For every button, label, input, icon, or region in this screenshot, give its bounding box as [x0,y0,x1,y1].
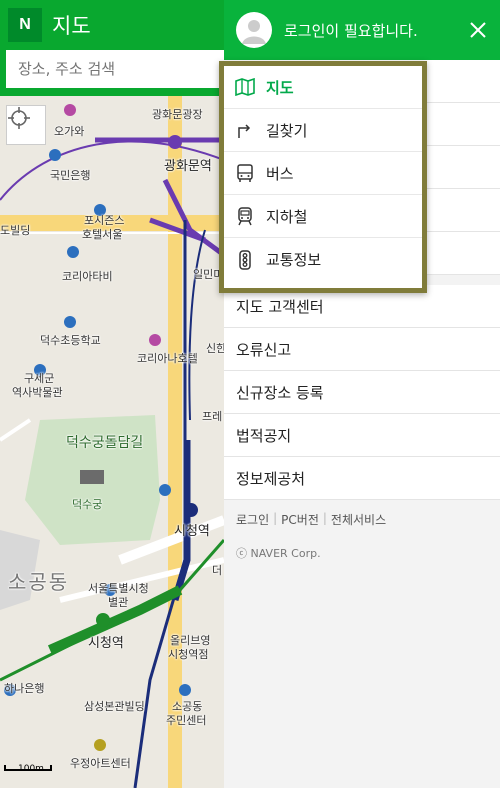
nav-item-label: 교통정보 [266,251,322,269]
map-label: 광화문광장 [152,108,203,121]
map-label: 호텔서울 [82,228,123,241]
service-nav-highlight: 지도 길찾기 버스 지하철 교통정보 [219,61,427,293]
user-icon [242,20,266,44]
nav-item-map[interactable]: 지도 [224,66,422,109]
divider: | [273,511,278,525]
map-label: 하나은행 [4,682,45,695]
map-label: 시청역점 [168,648,209,661]
current-location-button[interactable] [6,105,46,145]
map-label: 덕수궁 [72,498,103,511]
map-label: 시청역 [174,524,210,539]
map-view[interactable]: 광화문광장 오가와 국민은행 광화문역 포시즌스 호텔서울 도빌딩 코리아타비 … [0,0,224,788]
menu-item-report-error[interactable]: 오류신고 [224,328,500,371]
map-label: 도빌딩 [0,224,31,237]
app-header: N 지도 [0,0,224,96]
close-icon [470,22,486,38]
nav-item-label: 길찾기 [266,121,308,140]
menu-item-legal-notice[interactable]: 법적공지 [224,414,500,457]
avatar[interactable] [236,12,272,48]
panel-footer [224,500,500,788]
map-label: 우정아트센터 [70,757,131,770]
divider: | [322,511,327,525]
map-label: 삼성본관빌딩 [84,700,145,713]
traffic-light-icon [234,249,256,271]
nav-item-bus[interactable]: 버스 [224,152,422,195]
menu-item-data-providers[interactable]: 정보제공처 [224,457,500,500]
close-button[interactable] [466,18,490,42]
nav-item-label: 버스 [266,164,294,183]
menu-item-register-place[interactable]: 신규장소 등록 [224,371,500,414]
map-label: 코리아나호텔 [137,352,198,365]
footer-link-login[interactable]: 로그인 [236,511,269,528]
scale-label: 100m [18,764,44,774]
search-input[interactable] [6,50,224,88]
copyright: ⓒ NAVER Corp. [236,547,321,560]
map-label: 소공동 [8,570,70,594]
map-label: 프레 [202,410,223,423]
map-label: 덕수초등학교 [40,334,101,347]
app-title: 지도 [52,14,91,38]
service-nav: 지도 길찾기 버스 지하철 교통정보 [224,66,422,288]
directions-icon [234,119,256,141]
subway-icon [234,205,256,227]
map-label: 별관 [108,596,129,609]
nav-item-directions[interactable]: 길찾기 [224,109,422,152]
naver-logo[interactable]: N [8,8,42,42]
map-label: 광화문역 [164,159,212,174]
map-scale: 100m [4,764,52,774]
nav-item-label: 지하철 [266,207,308,226]
map-icon [234,76,256,98]
map-label: 역사박물관 [12,386,63,399]
nav-item-traffic[interactable]: 교통정보 [224,238,422,281]
map-label: 덕수궁돌담길 [66,435,144,451]
map-label: 신한 [206,342,224,355]
bus-icon [234,162,256,184]
footer-link-all-services[interactable]: 전체서비스 [331,511,386,528]
map-label: 코리아타비 [62,270,113,283]
nav-item-subway[interactable]: 지하철 [224,195,422,238]
footer-link-pc-version[interactable]: PC버전 [281,511,319,528]
map-label: 주민센터 [166,714,207,727]
login-prompt[interactable]: 로그인이 필요합니다. [284,20,418,41]
footer-links: 로그인 | PC버전 | 전체서비스 [236,511,386,528]
map-label: 시청역 [88,636,124,651]
panel-header: 로그인이 필요합니다. [224,0,500,60]
map-label: 더 [212,564,223,577]
crosshair-icon [8,107,30,129]
map-label: 국민은행 [50,169,91,182]
map-label: 오가와 [54,125,85,138]
nav-item-label: 지도 [266,78,294,97]
